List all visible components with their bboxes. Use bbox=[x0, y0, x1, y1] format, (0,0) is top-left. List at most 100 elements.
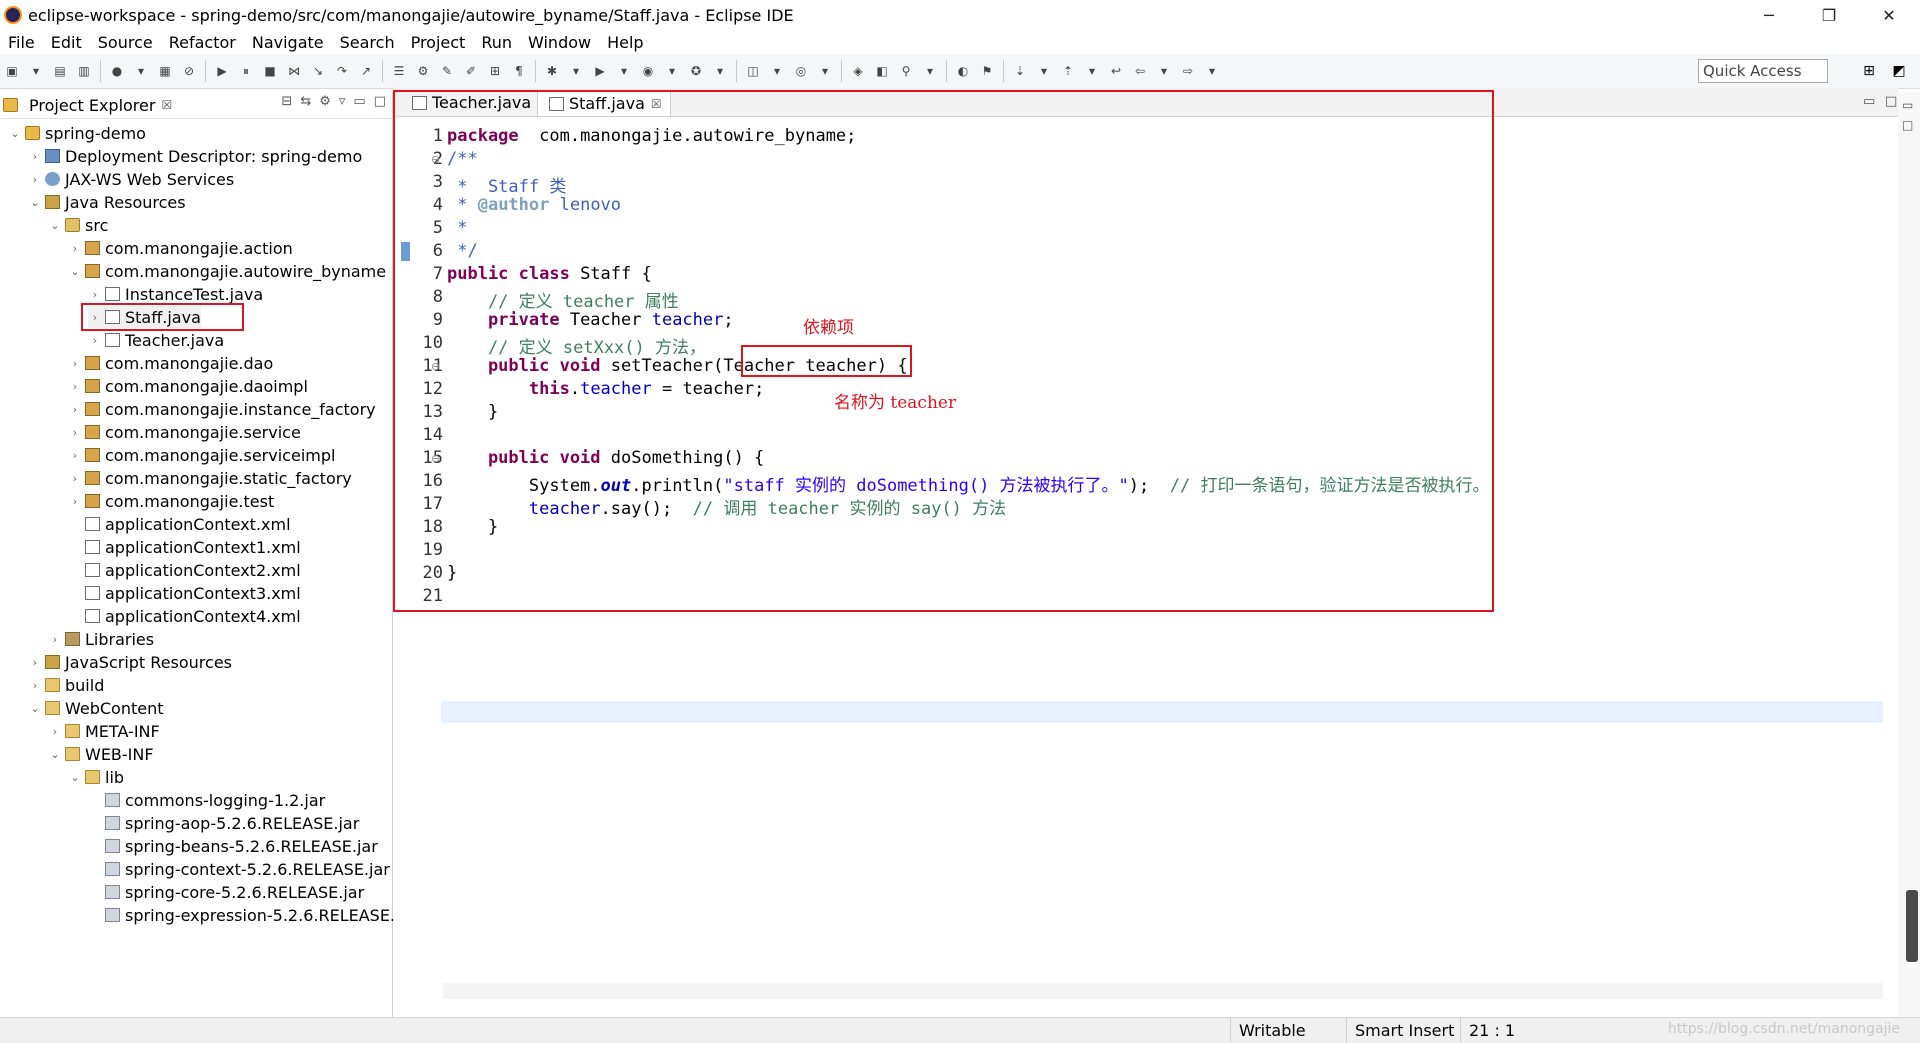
menu-refactor[interactable]: Refactor bbox=[161, 33, 244, 52]
dropdown-icon[interactable]: ▾ bbox=[26, 61, 46, 81]
open-task-icon[interactable]: ☰ bbox=[389, 61, 409, 81]
tree-item[interactable]: applicationContext1.xml bbox=[68, 536, 301, 558]
tree-item[interactable]: › com.manongajie.daoimpl bbox=[68, 375, 308, 397]
code-line[interactable]: private Teacher teacher; bbox=[447, 310, 734, 330]
tree-item[interactable]: › com.manongajie.test bbox=[68, 490, 274, 512]
tree-item[interactable]: › com.manongajie.instance_factory bbox=[68, 398, 376, 420]
tree-item[interactable]: applicationContext4.xml bbox=[68, 605, 301, 627]
suspend-icon[interactable]: ⏸ bbox=[236, 61, 256, 81]
search-icon[interactable]: ⚲ bbox=[896, 61, 916, 81]
tree-item[interactable]: ⌄ src bbox=[48, 214, 108, 236]
code-line[interactable]: * bbox=[447, 218, 467, 238]
dropdown-icon[interactable]: ▾ bbox=[1034, 61, 1054, 81]
collapsed-twisty-icon[interactable]: › bbox=[28, 150, 42, 163]
collapse-all-icon[interactable]: ⊟ bbox=[281, 94, 292, 109]
dropdown-icon[interactable]: ▾ bbox=[614, 61, 634, 81]
tree-item[interactable]: applicationContext.xml bbox=[68, 513, 291, 535]
open-perspective-icon[interactable]: ⊞ bbox=[1856, 58, 1882, 84]
tree-item[interactable]: ⌄ WEB-INF bbox=[48, 743, 153, 765]
minimize-editor-icon[interactable]: ▭ bbox=[1863, 94, 1875, 109]
resume-icon[interactable]: ▶ bbox=[212, 61, 232, 81]
collapsed-twisty-icon[interactable]: › bbox=[28, 173, 42, 186]
collapsed-twisty-icon[interactable]: › bbox=[68, 472, 82, 485]
save-all-icon[interactable]: ▥ bbox=[74, 61, 94, 81]
tree-item[interactable]: ⌄ lib bbox=[68, 766, 124, 788]
collapsed-twisty-icon[interactable]: › bbox=[68, 357, 82, 370]
menu-help[interactable]: Help bbox=[599, 33, 651, 52]
horizontal-scrollbar[interactable] bbox=[443, 983, 1883, 999]
code-line[interactable]: public void doSomething() { bbox=[447, 448, 764, 468]
expanded-twisty-icon[interactable]: ⌄ bbox=[68, 265, 82, 278]
dropdown-icon[interactable]: ▾ bbox=[815, 61, 835, 81]
step-over-icon[interactable]: ↷ bbox=[332, 61, 352, 81]
tree-item[interactable]: › Libraries bbox=[48, 628, 154, 650]
collapsed-twisty-icon[interactable]: › bbox=[68, 403, 82, 416]
tree-item[interactable]: spring-core-5.2.6.RELEASE.jar bbox=[88, 881, 364, 903]
filters-icon[interactable]: ⚙ bbox=[319, 94, 331, 109]
tree-item[interactable]: › build bbox=[28, 674, 105, 696]
save-icon[interactable]: ▤ bbox=[50, 61, 70, 81]
server-icon[interactable]: ⚑ bbox=[977, 61, 997, 81]
tree-item[interactable]: › com.manongajie.action bbox=[68, 237, 293, 259]
code-line[interactable]: // 定义 setXxx() 方法， bbox=[447, 333, 706, 358]
dropdown-icon[interactable]: ▾ bbox=[710, 61, 730, 81]
code-line[interactable]: public class Staff { bbox=[447, 264, 652, 284]
menu-edit[interactable]: Edit bbox=[43, 33, 90, 52]
last-edit-location-icon[interactable]: ↩ bbox=[1106, 61, 1126, 81]
dropdown-icon[interactable]: ▾ bbox=[566, 61, 586, 81]
collapsed-twisty-icon[interactable]: › bbox=[88, 288, 102, 301]
open-type-hierarchy-icon[interactable]: ◈ bbox=[848, 61, 868, 81]
web-browser-icon[interactable]: ◐ bbox=[953, 61, 973, 81]
code-line[interactable]: package com.manongajie.autowire_byname; bbox=[447, 126, 856, 146]
terminate-icon[interactable]: ■ bbox=[260, 61, 280, 81]
menu-search[interactable]: Search bbox=[332, 33, 403, 52]
show-whitespace-icon[interactable]: ¶ bbox=[509, 61, 529, 81]
menu-project[interactable]: Project bbox=[403, 33, 474, 52]
tree-item[interactable]: › InstanceTest.java bbox=[88, 283, 263, 305]
tree-item[interactable]: ⌄ spring-demo bbox=[8, 122, 146, 144]
code-line[interactable]: System.out.println("staff 实例的 doSomethin… bbox=[447, 471, 1490, 496]
collapsed-twisty-icon[interactable]: › bbox=[68, 380, 82, 393]
tree-item[interactable]: › com.manongajie.dao bbox=[68, 352, 273, 374]
tree-item[interactable]: › META-INF bbox=[48, 720, 160, 742]
open-folder-icon[interactable]: ◧ bbox=[872, 61, 892, 81]
menu-run[interactable]: Run bbox=[473, 33, 520, 52]
tree-item[interactable]: ⌄ com.manongajie.autowire_byname bbox=[68, 260, 386, 282]
forward-icon[interactable]: ⇨ bbox=[1178, 61, 1198, 81]
tree-item[interactable]: › com.manongajie.service bbox=[68, 421, 301, 443]
code-line[interactable]: */ bbox=[447, 241, 477, 261]
fold-toggle-icon[interactable]: ⊖ bbox=[431, 153, 440, 166]
code-line[interactable]: } bbox=[447, 563, 457, 583]
maximize-editor-icon[interactable]: □ bbox=[1885, 94, 1897, 109]
dropdown-icon[interactable]: ▾ bbox=[1154, 61, 1174, 81]
highlight-icon[interactable]: ✐ bbox=[461, 61, 481, 81]
tree-item[interactable]: › JavaScript Resources bbox=[28, 651, 232, 673]
expanded-twisty-icon[interactable]: ⌄ bbox=[8, 127, 22, 140]
fold-toggle-icon[interactable]: ⊖ bbox=[431, 360, 440, 373]
run-icon[interactable]: ▶ bbox=[590, 61, 610, 81]
tree-item[interactable]: spring-expression-5.2.6.RELEASE.jar bbox=[88, 904, 416, 926]
code-line[interactable]: * @author lenovo bbox=[447, 195, 621, 215]
tree-item[interactable]: spring-beans-5.2.6.RELEASE.jar bbox=[88, 835, 378, 857]
debug-icon[interactable]: ● bbox=[107, 61, 127, 81]
fold-toggle-icon[interactable]: ⊖ bbox=[431, 452, 440, 465]
java-ee-perspective-icon[interactable]: ◩ bbox=[1886, 58, 1912, 84]
tab-staff-java[interactable]: Staff.java ☒ bbox=[537, 90, 671, 116]
restore-button[interactable]: ❐ bbox=[1800, 0, 1858, 30]
tree-item[interactable]: › Deployment Descriptor: spring-demo bbox=[28, 145, 362, 167]
code-line[interactable]: } bbox=[447, 402, 498, 422]
expanded-twisty-icon[interactable]: ⌄ bbox=[68, 771, 82, 784]
console-icon[interactable]: ▦ bbox=[155, 61, 175, 81]
code-editor[interactable]: 1 package com.manongajie.autowire_byname;… bbox=[393, 118, 1883, 998]
disconnect-icon[interactable]: ⋈ bbox=[284, 61, 304, 81]
menu-file[interactable]: File bbox=[0, 33, 43, 52]
tree-item[interactable]: ⌄ WebContent bbox=[28, 697, 163, 719]
tree-item[interactable]: › JAX-WS Web Services bbox=[28, 168, 234, 190]
minimize-view-icon[interactable]: ▭ bbox=[353, 94, 365, 109]
tree-item[interactable]: applicationContext2.xml bbox=[68, 559, 301, 581]
tree-item[interactable]: spring-context-5.2.6.RELEASE.jar bbox=[88, 858, 390, 880]
block-selection-icon[interactable]: ⊞ bbox=[485, 61, 505, 81]
previous-annotation-icon[interactable]: ⇡ bbox=[1058, 61, 1078, 81]
tab-teacher-java[interactable]: Teacher.java bbox=[401, 90, 539, 115]
dropdown-icon[interactable]: ▾ bbox=[1202, 61, 1222, 81]
